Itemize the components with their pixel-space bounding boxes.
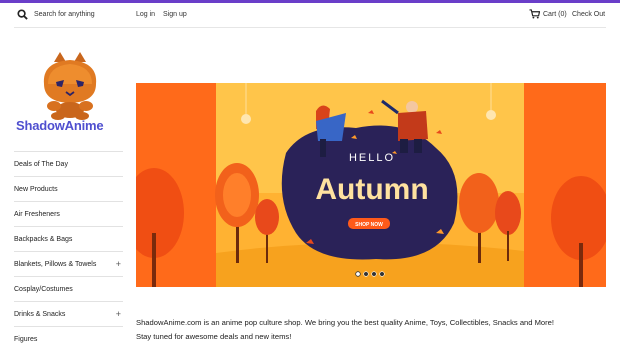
sidebar-item-cosplay[interactable]: Cosplay/Costumes bbox=[14, 276, 123, 301]
intro-line-1: ShadowAnime.com is an anime pop culture … bbox=[136, 318, 555, 327]
banner-title: Autumn bbox=[315, 173, 428, 206]
site-logo-text[interactable]: ShadowAnime bbox=[16, 118, 104, 133]
slide-dot-4[interactable] bbox=[379, 271, 385, 277]
intro-text: ShadowAnime.com is an anime pop culture … bbox=[136, 316, 616, 343]
intro-line-2: Stay tuned for awesome deals and new ite… bbox=[136, 332, 292, 341]
sidebar-item-label: Air Fresheners bbox=[14, 210, 60, 218]
autumn-banner-illustration: HELLO Autumn SHOP NOW bbox=[136, 83, 606, 287]
banner-hello-text: HELLO bbox=[349, 152, 395, 164]
shop-now-label: SHOP NOW bbox=[355, 222, 383, 228]
search-icon bbox=[17, 9, 28, 20]
sidebar-item-label: Deals of The Day bbox=[14, 160, 68, 168]
hero-slideshow[interactable]: HELLO Autumn SHOP NOW bbox=[136, 83, 606, 287]
top-bar: Search for anything Log in Sign up Cart … bbox=[0, 3, 620, 27]
sidebar-item-air-fresheners[interactable]: Air Fresheners bbox=[14, 201, 123, 226]
sidebar-item-figures[interactable]: Figures bbox=[14, 326, 123, 343]
cart-icon bbox=[529, 9, 540, 19]
sidebar-item-deals[interactable]: Deals of The Day bbox=[14, 151, 123, 176]
sidebar-item-label: New Products bbox=[14, 185, 58, 193]
sidebar-item-blankets[interactable]: Blankets, Pillows & Towels + bbox=[14, 251, 123, 276]
cart-link[interactable]: Cart (0) bbox=[529, 9, 567, 19]
slide-dot-1[interactable] bbox=[355, 271, 361, 277]
slide-dot-3[interactable] bbox=[371, 271, 377, 277]
sidebar-item-label: Figures bbox=[14, 335, 38, 343]
sidebar-item-new-products[interactable]: New Products bbox=[14, 176, 123, 201]
sidebar-item-label: Cosplay/Costumes bbox=[14, 285, 73, 293]
slide-dot-2[interactable] bbox=[363, 271, 369, 277]
sidebar-item-label: Backpacks & Bags bbox=[14, 235, 73, 243]
expand-plus-icon[interactable]: + bbox=[116, 309, 121, 319]
expand-plus-icon[interactable]: + bbox=[116, 259, 121, 269]
sidebar-item-backpacks[interactable]: Backpacks & Bags bbox=[14, 226, 123, 251]
sidebar-item-label: Blankets, Pillows & Towels bbox=[14, 260, 97, 268]
search-input[interactable]: Search for anything bbox=[34, 11, 95, 18]
signup-link[interactable]: Sign up bbox=[163, 11, 187, 18]
sidebar-item-drinks-snacks[interactable]: Drinks & Snacks + bbox=[14, 301, 123, 326]
login-link[interactable]: Log in bbox=[136, 11, 155, 18]
header-divider bbox=[14, 27, 606, 28]
checkout-link[interactable]: Check Out bbox=[572, 11, 605, 18]
search-box[interactable]: Search for anything bbox=[17, 9, 95, 20]
sidebar-nav: Deals of The Day New Products Air Freshe… bbox=[14, 151, 123, 343]
cart-label: Cart (0) bbox=[543, 10, 567, 18]
sidebar-item-label: Drinks & Snacks bbox=[14, 310, 66, 318]
